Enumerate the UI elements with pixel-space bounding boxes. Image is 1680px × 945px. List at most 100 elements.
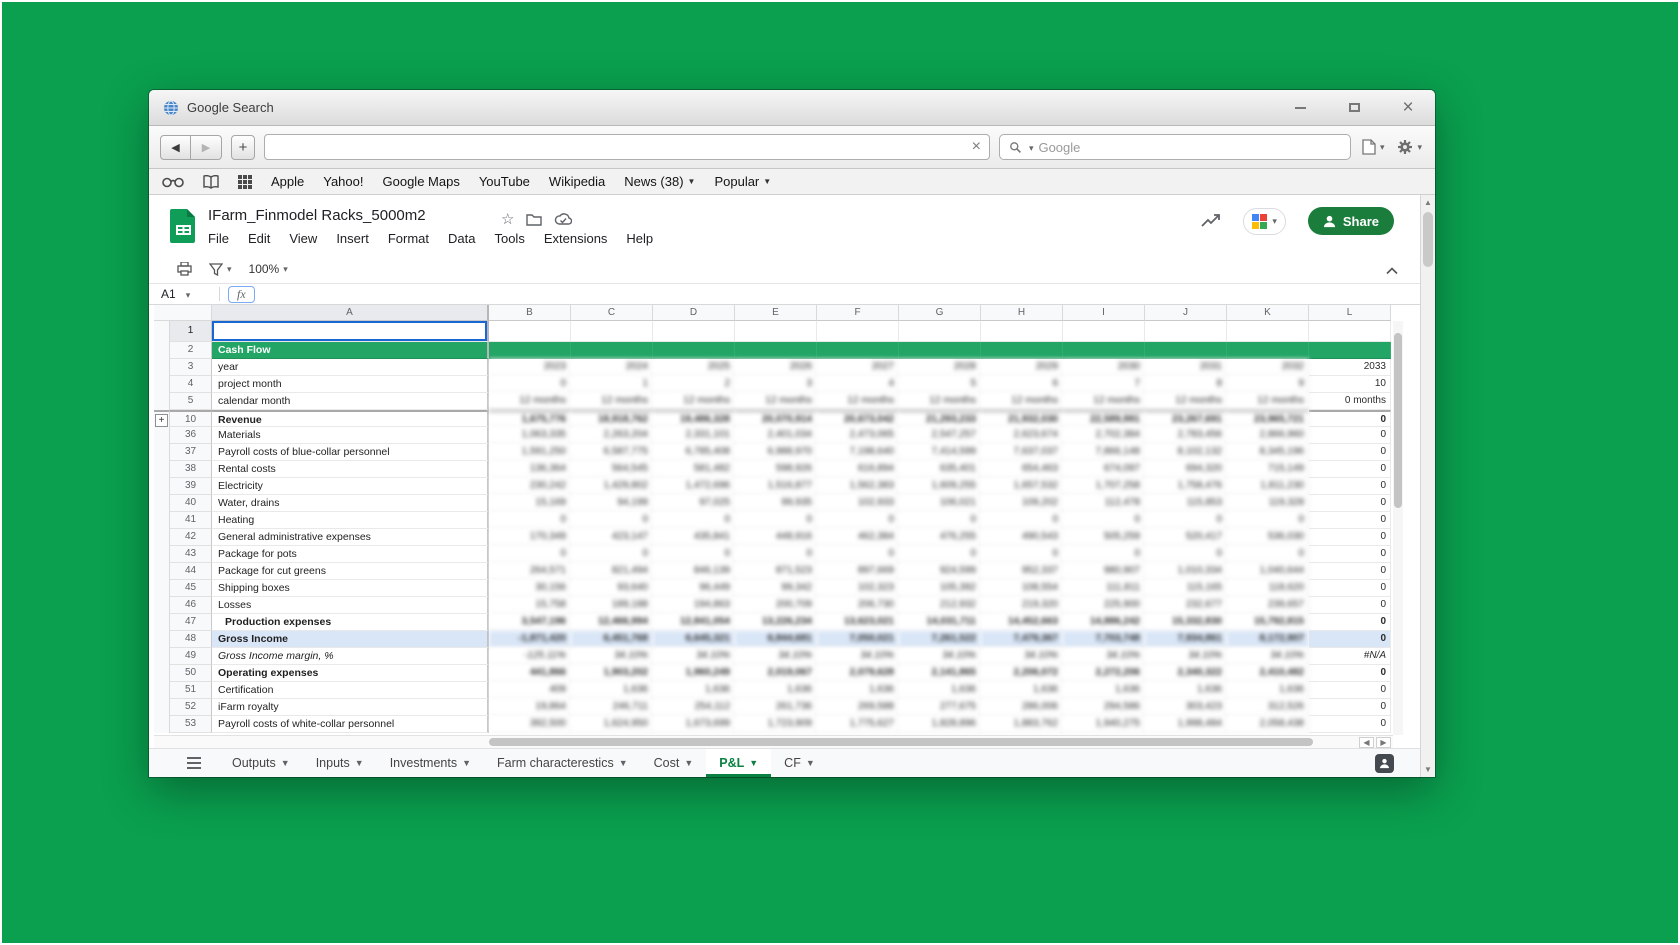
- cell-B38[interactable]: 136,364: [489, 461, 571, 478]
- col-header-G[interactable]: G: [899, 305, 981, 321]
- cell-C2[interactable]: [571, 342, 653, 359]
- cell-G2[interactable]: [899, 342, 981, 359]
- cell-I10[interactable]: 22,589,991: [1063, 410, 1145, 427]
- cell-L10[interactable]: 0: [1309, 410, 1391, 427]
- cell-F53[interactable]: 1,775,627: [817, 716, 899, 733]
- cell-F44[interactable]: 897,669: [817, 563, 899, 580]
- grid-corner[interactable]: [154, 305, 212, 321]
- scroll-right-button[interactable]: ▶: [1376, 736, 1391, 748]
- close-button[interactable]: [1401, 101, 1415, 115]
- cell-E50[interactable]: 2,019,067: [735, 665, 817, 682]
- cell-C53[interactable]: 1,624,950: [571, 716, 653, 733]
- menu-format[interactable]: Format: [388, 231, 429, 246]
- bookmark-news-38[interactable]: News (38) ▼: [624, 174, 695, 189]
- cell-K47[interactable]: 15,792,815: [1227, 614, 1309, 631]
- cell-D51[interactable]: 1,636: [653, 682, 735, 699]
- cell-F42[interactable]: 462,384: [817, 529, 899, 546]
- cell-E42[interactable]: 448,916: [735, 529, 817, 546]
- cell-I47[interactable]: 14,886,242: [1063, 614, 1145, 631]
- cell-L49[interactable]: #N/A: [1309, 648, 1391, 665]
- cell-J1[interactable]: [1145, 321, 1227, 342]
- cell-K4[interactable]: 9: [1227, 376, 1309, 393]
- cell-H38[interactable]: 654,463: [981, 461, 1063, 478]
- row-header-4[interactable]: 4: [170, 376, 212, 393]
- cell-D47[interactable]: 12,841,054: [653, 614, 735, 631]
- clear-address-icon[interactable]: [972, 139, 981, 155]
- col-header-K[interactable]: K: [1227, 305, 1309, 321]
- cell-A4[interactable]: project month: [212, 376, 489, 393]
- cell-I52[interactable]: 294,586: [1063, 699, 1145, 716]
- cell-G53[interactable]: 1,828,896: [899, 716, 981, 733]
- row-header-42[interactable]: 42: [170, 529, 212, 546]
- cell-E49[interactable]: 34.10%: [735, 648, 817, 665]
- cell-A1[interactable]: [212, 321, 489, 342]
- browser-scroll-thumb[interactable]: [1423, 212, 1433, 267]
- cell-D5[interactable]: 12 months: [653, 393, 735, 410]
- cell-F41[interactable]: 0: [817, 512, 899, 529]
- cell-H44[interactable]: 952,337: [981, 563, 1063, 580]
- cell-L47[interactable]: 0: [1309, 614, 1391, 631]
- cell-C52[interactable]: 246,711: [571, 699, 653, 716]
- cell-D50[interactable]: 1,960,249: [653, 665, 735, 682]
- cell-K2[interactable]: [1227, 342, 1309, 359]
- cell-I45[interactable]: 111,811: [1063, 580, 1145, 597]
- cell-C4[interactable]: 1: [571, 376, 653, 393]
- cell-E1[interactable]: [735, 321, 817, 342]
- row-header-41[interactable]: 41: [170, 512, 212, 529]
- cell-A42[interactable]: General administrative expenses: [212, 529, 489, 546]
- cell-K44[interactable]: 1,040,644: [1227, 563, 1309, 580]
- bookmark-google-maps[interactable]: Google Maps: [383, 174, 460, 189]
- cell-L50[interactable]: 0: [1309, 665, 1391, 682]
- cell-G40[interactable]: 106,021: [899, 495, 981, 512]
- col-header-J[interactable]: J: [1145, 305, 1227, 321]
- cell-H43[interactable]: 0: [981, 546, 1063, 563]
- cell-K40[interactable]: 119,328: [1227, 495, 1309, 512]
- row-header-5[interactable]: 5: [170, 393, 212, 410]
- cell-E2[interactable]: [735, 342, 817, 359]
- sheet-vertical-scrollbar[interactable]: [1393, 321, 1403, 735]
- cell-F52[interactable]: 269,588: [817, 699, 899, 716]
- cell-B51[interactable]: 409: [489, 682, 571, 699]
- cell-K53[interactable]: 2,058,438: [1227, 716, 1309, 733]
- tab-investments[interactable]: Investments ▼: [377, 749, 484, 777]
- cell-D36[interactable]: 2,331,101: [653, 427, 735, 444]
- row-header-51[interactable]: 51: [170, 682, 212, 699]
- menu-view[interactable]: View: [289, 231, 317, 246]
- zoom-selector[interactable]: 100%: [249, 262, 288, 276]
- cell-G1[interactable]: [899, 321, 981, 342]
- cell-E51[interactable]: 1,636: [735, 682, 817, 699]
- cell-K5[interactable]: 12 months: [1227, 393, 1309, 410]
- cell-H40[interactable]: 109,202: [981, 495, 1063, 512]
- cell-I46[interactable]: 225,900: [1063, 597, 1145, 614]
- cell-D4[interactable]: 2: [653, 376, 735, 393]
- cell-E44[interactable]: 871,523: [735, 563, 817, 580]
- cell-G48[interactable]: 7,261,522: [899, 631, 981, 648]
- cell-J5[interactable]: 12 months: [1145, 393, 1227, 410]
- cell-K52[interactable]: 312,526: [1227, 699, 1309, 716]
- cell-G52[interactable]: 277,675: [899, 699, 981, 716]
- row-header-50[interactable]: 50: [170, 665, 212, 682]
- cell-K43[interactable]: 0: [1227, 546, 1309, 563]
- cell-K10[interactable]: 23,965,721: [1227, 410, 1309, 427]
- cell-G36[interactable]: 2,547,257: [899, 427, 981, 444]
- cell-J53[interactable]: 1,998,484: [1145, 716, 1227, 733]
- cell-A49[interactable]: Gross Income margin, %: [212, 648, 489, 665]
- cell-H10[interactable]: 21,932,030: [981, 410, 1063, 427]
- cell-E45[interactable]: 99,342: [735, 580, 817, 597]
- cell-E47[interactable]: 13,226,234: [735, 614, 817, 631]
- cell-I44[interactable]: 980,907: [1063, 563, 1145, 580]
- tab-p-l[interactable]: P&L ▼: [706, 749, 772, 777]
- cell-C3[interactable]: 2024: [571, 359, 653, 376]
- menu-file[interactable]: File: [208, 231, 229, 246]
- row-header-1[interactable]: 1: [170, 321, 212, 342]
- cell-D1[interactable]: [653, 321, 735, 342]
- vertical-scroll-thumb[interactable]: [1394, 333, 1402, 508]
- cell-A41[interactable]: Heating: [212, 512, 489, 529]
- cell-B44[interactable]: 264,571: [489, 563, 571, 580]
- cell-H47[interactable]: 14,452,663: [981, 614, 1063, 631]
- cell-I3[interactable]: 2030: [1063, 359, 1145, 376]
- cell-J44[interactable]: 1,010,334: [1145, 563, 1227, 580]
- cell-B37[interactable]: 1,591,250: [489, 444, 571, 461]
- cell-B41[interactable]: 0: [489, 512, 571, 529]
- cell-A46[interactable]: Losses: [212, 597, 489, 614]
